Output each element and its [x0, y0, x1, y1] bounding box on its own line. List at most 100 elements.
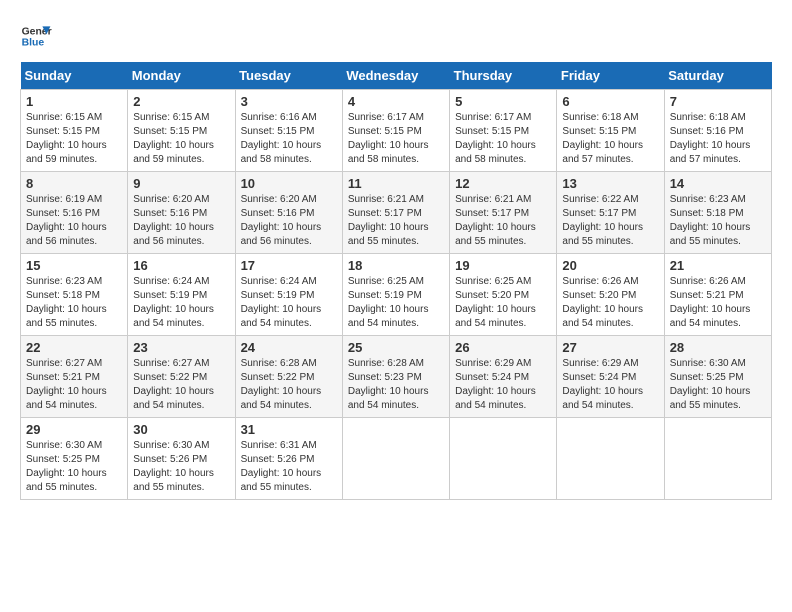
weekday-header-row: SundayMondayTuesdayWednesdayThursdayFrid… — [21, 62, 772, 90]
day-cell: 29 Sunrise: 6:30 AMSunset: 5:25 PMDaylig… — [21, 418, 128, 500]
day-cell: 11 Sunrise: 6:21 AMSunset: 5:17 PMDaylig… — [342, 172, 449, 254]
day-cell: 6 Sunrise: 6:18 AMSunset: 5:15 PMDayligh… — [557, 90, 664, 172]
day-number: 15 — [26, 258, 122, 273]
day-info: Sunrise: 6:18 AMSunset: 5:15 PMDaylight:… — [562, 112, 643, 165]
day-number: 30 — [133, 422, 229, 437]
day-cell: 28 Sunrise: 6:30 AMSunset: 5:25 PMDaylig… — [664, 336, 771, 418]
calendar-table: SundayMondayTuesdayWednesdayThursdayFrid… — [20, 62, 772, 500]
day-number: 17 — [241, 258, 337, 273]
day-info: Sunrise: 6:22 AMSunset: 5:17 PMDaylight:… — [562, 194, 643, 247]
day-cell: 24 Sunrise: 6:28 AMSunset: 5:22 PMDaylig… — [235, 336, 342, 418]
day-info: Sunrise: 6:27 AMSunset: 5:21 PMDaylight:… — [26, 358, 107, 411]
calendar-week-row: 15 Sunrise: 6:23 AMSunset: 5:18 PMDaylig… — [21, 254, 772, 336]
day-number: 2 — [133, 94, 229, 109]
day-number: 19 — [455, 258, 551, 273]
day-cell: 19 Sunrise: 6:25 AMSunset: 5:20 PMDaylig… — [450, 254, 557, 336]
logo: General Blue — [20, 20, 52, 52]
day-cell: 2 Sunrise: 6:15 AMSunset: 5:15 PMDayligh… — [128, 90, 235, 172]
day-cell: 18 Sunrise: 6:25 AMSunset: 5:19 PMDaylig… — [342, 254, 449, 336]
day-number: 12 — [455, 176, 551, 191]
empty-day-cell — [664, 418, 771, 500]
day-number: 27 — [562, 340, 658, 355]
day-number: 9 — [133, 176, 229, 191]
day-number: 14 — [670, 176, 766, 191]
day-cell: 8 Sunrise: 6:19 AMSunset: 5:16 PMDayligh… — [21, 172, 128, 254]
day-number: 4 — [348, 94, 444, 109]
day-info: Sunrise: 6:21 AMSunset: 5:17 PMDaylight:… — [455, 194, 536, 247]
day-info: Sunrise: 6:24 AMSunset: 5:19 PMDaylight:… — [241, 276, 322, 329]
day-number: 29 — [26, 422, 122, 437]
day-info: Sunrise: 6:15 AMSunset: 5:15 PMDaylight:… — [26, 112, 107, 165]
day-info: Sunrise: 6:31 AMSunset: 5:26 PMDaylight:… — [241, 440, 322, 493]
day-cell: 9 Sunrise: 6:20 AMSunset: 5:16 PMDayligh… — [128, 172, 235, 254]
day-info: Sunrise: 6:21 AMSunset: 5:17 PMDaylight:… — [348, 194, 429, 247]
day-info: Sunrise: 6:29 AMSunset: 5:24 PMDaylight:… — [562, 358, 643, 411]
day-cell: 23 Sunrise: 6:27 AMSunset: 5:22 PMDaylig… — [128, 336, 235, 418]
day-info: Sunrise: 6:18 AMSunset: 5:16 PMDaylight:… — [670, 112, 751, 165]
day-number: 22 — [26, 340, 122, 355]
empty-day-cell — [557, 418, 664, 500]
calendar-week-row: 1 Sunrise: 6:15 AMSunset: 5:15 PMDayligh… — [21, 90, 772, 172]
day-cell: 22 Sunrise: 6:27 AMSunset: 5:21 PMDaylig… — [21, 336, 128, 418]
day-number: 20 — [562, 258, 658, 273]
day-number: 10 — [241, 176, 337, 191]
page-header: General Blue — [20, 20, 772, 52]
weekday-header: Tuesday — [235, 62, 342, 90]
day-number: 1 — [26, 94, 122, 109]
day-number: 24 — [241, 340, 337, 355]
day-cell: 4 Sunrise: 6:17 AMSunset: 5:15 PMDayligh… — [342, 90, 449, 172]
day-info: Sunrise: 6:30 AMSunset: 5:26 PMDaylight:… — [133, 440, 214, 493]
day-number: 25 — [348, 340, 444, 355]
day-cell: 27 Sunrise: 6:29 AMSunset: 5:24 PMDaylig… — [557, 336, 664, 418]
weekday-header: Sunday — [21, 62, 128, 90]
day-info: Sunrise: 6:17 AMSunset: 5:15 PMDaylight:… — [455, 112, 536, 165]
day-info: Sunrise: 6:30 AMSunset: 5:25 PMDaylight:… — [26, 440, 107, 493]
day-number: 31 — [241, 422, 337, 437]
calendar-week-row: 29 Sunrise: 6:30 AMSunset: 5:25 PMDaylig… — [21, 418, 772, 500]
day-info: Sunrise: 6:20 AMSunset: 5:16 PMDaylight:… — [241, 194, 322, 247]
day-info: Sunrise: 6:24 AMSunset: 5:19 PMDaylight:… — [133, 276, 214, 329]
day-cell: 16 Sunrise: 6:24 AMSunset: 5:19 PMDaylig… — [128, 254, 235, 336]
day-number: 13 — [562, 176, 658, 191]
day-cell: 10 Sunrise: 6:20 AMSunset: 5:16 PMDaylig… — [235, 172, 342, 254]
weekday-header: Friday — [557, 62, 664, 90]
day-info: Sunrise: 6:26 AMSunset: 5:20 PMDaylight:… — [562, 276, 643, 329]
day-number: 5 — [455, 94, 551, 109]
day-cell: 30 Sunrise: 6:30 AMSunset: 5:26 PMDaylig… — [128, 418, 235, 500]
day-cell: 1 Sunrise: 6:15 AMSunset: 5:15 PMDayligh… — [21, 90, 128, 172]
day-info: Sunrise: 6:23 AMSunset: 5:18 PMDaylight:… — [670, 194, 751, 247]
day-cell: 15 Sunrise: 6:23 AMSunset: 5:18 PMDaylig… — [21, 254, 128, 336]
day-cell: 17 Sunrise: 6:24 AMSunset: 5:19 PMDaylig… — [235, 254, 342, 336]
day-info: Sunrise: 6:19 AMSunset: 5:16 PMDaylight:… — [26, 194, 107, 247]
day-cell: 13 Sunrise: 6:22 AMSunset: 5:17 PMDaylig… — [557, 172, 664, 254]
day-cell: 25 Sunrise: 6:28 AMSunset: 5:23 PMDaylig… — [342, 336, 449, 418]
day-cell: 26 Sunrise: 6:29 AMSunset: 5:24 PMDaylig… — [450, 336, 557, 418]
day-number: 23 — [133, 340, 229, 355]
day-info: Sunrise: 6:23 AMSunset: 5:18 PMDaylight:… — [26, 276, 107, 329]
day-info: Sunrise: 6:25 AMSunset: 5:20 PMDaylight:… — [455, 276, 536, 329]
weekday-header: Monday — [128, 62, 235, 90]
day-number: 8 — [26, 176, 122, 191]
day-cell: 5 Sunrise: 6:17 AMSunset: 5:15 PMDayligh… — [450, 90, 557, 172]
day-info: Sunrise: 6:17 AMSunset: 5:15 PMDaylight:… — [348, 112, 429, 165]
weekday-header: Thursday — [450, 62, 557, 90]
day-info: Sunrise: 6:26 AMSunset: 5:21 PMDaylight:… — [670, 276, 751, 329]
day-info: Sunrise: 6:29 AMSunset: 5:24 PMDaylight:… — [455, 358, 536, 411]
weekday-header: Saturday — [664, 62, 771, 90]
calendar-week-row: 22 Sunrise: 6:27 AMSunset: 5:21 PMDaylig… — [21, 336, 772, 418]
svg-text:Blue: Blue — [22, 38, 45, 49]
day-number: 11 — [348, 176, 444, 191]
day-number: 16 — [133, 258, 229, 273]
day-info: Sunrise: 6:25 AMSunset: 5:19 PMDaylight:… — [348, 276, 429, 329]
day-cell: 7 Sunrise: 6:18 AMSunset: 5:16 PMDayligh… — [664, 90, 771, 172]
day-cell: 20 Sunrise: 6:26 AMSunset: 5:20 PMDaylig… — [557, 254, 664, 336]
day-number: 3 — [241, 94, 337, 109]
day-cell: 21 Sunrise: 6:26 AMSunset: 5:21 PMDaylig… — [664, 254, 771, 336]
day-cell: 31 Sunrise: 6:31 AMSunset: 5:26 PMDaylig… — [235, 418, 342, 500]
day-cell: 14 Sunrise: 6:23 AMSunset: 5:18 PMDaylig… — [664, 172, 771, 254]
day-number: 21 — [670, 258, 766, 273]
weekday-header: Wednesday — [342, 62, 449, 90]
day-info: Sunrise: 6:27 AMSunset: 5:22 PMDaylight:… — [133, 358, 214, 411]
day-cell: 12 Sunrise: 6:21 AMSunset: 5:17 PMDaylig… — [450, 172, 557, 254]
day-info: Sunrise: 6:15 AMSunset: 5:15 PMDaylight:… — [133, 112, 214, 165]
